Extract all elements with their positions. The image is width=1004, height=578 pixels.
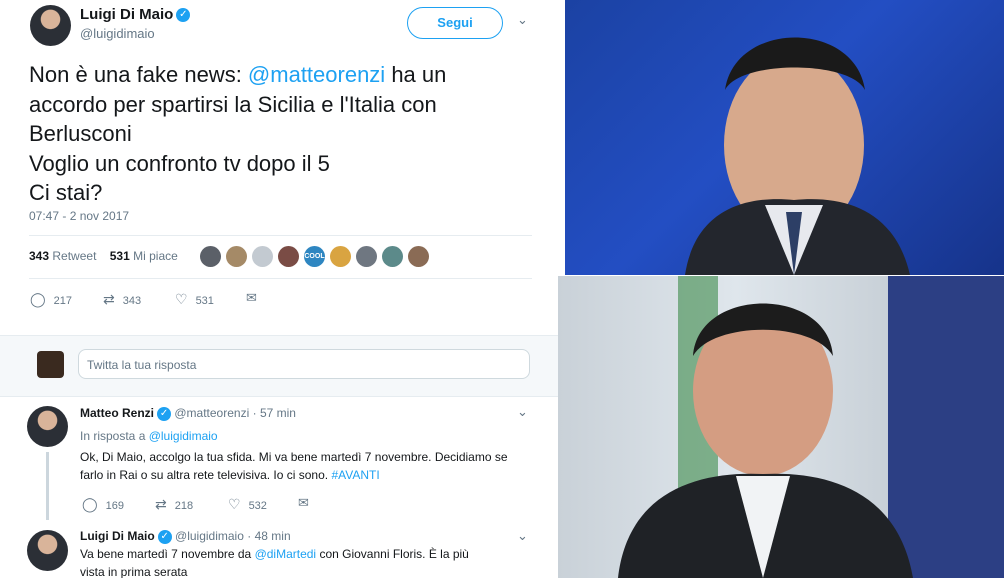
reply-author-name[interactable]: Luigi Di Maio — [80, 529, 155, 543]
tweet-panel: Luigi Di Maio ✓ @luigidimaio Segui ⌄ Non … — [0, 0, 558, 578]
engagement-stats: 343 Retweet 531 Mi piace — [29, 249, 178, 263]
mention-link[interactable]: @diMartedi — [255, 547, 317, 561]
portrait-illustration — [618, 276, 1004, 578]
retweet-label[interactable]: Retweet — [52, 249, 96, 263]
reply-text-segment: con Giovanni Floris. È la più — [316, 547, 469, 561]
reply-author-name[interactable]: Matteo Renzi — [80, 406, 154, 420]
reply-text-segment: farlo in Rai o su altra rete televisiva.… — [80, 468, 332, 482]
verified-badge-icon: ✓ — [157, 406, 172, 421]
reply-text-line-1: Ok, Di Maio, accolgo la tua sfida. Mi va… — [80, 450, 508, 464]
author-name[interactable]: Luigi Di Maio — [80, 6, 173, 23]
reply-author-handle[interactable]: @luigidimaio — [175, 529, 244, 543]
tweet-text-segment: Non è una fake news: — [29, 62, 248, 87]
tweet-text: Non è una fake news: @matteorenzi ha un … — [29, 60, 549, 208]
reply-header: Matteo Renzi ✓ @matteorenzi · 57 min — [80, 406, 296, 421]
envelope-icon: ✉ — [298, 495, 309, 510]
like-action[interactable]: ♡ 531 — [175, 291, 214, 308]
liker-avatar[interactable] — [226, 246, 247, 267]
like-count: 532 — [248, 500, 267, 512]
chevron-down-icon[interactable]: ⌄ — [517, 404, 528, 420]
author-handle[interactable]: @luigidimaio — [80, 26, 155, 41]
retweet-icon: ⇄ — [103, 291, 115, 307]
photo-matteo-renzi — [558, 276, 1004, 578]
portrait-illustration — [685, 37, 910, 275]
dot-separator: · — [247, 529, 252, 543]
chevron-down-icon[interactable]: ⌄ — [517, 528, 528, 544]
liker-avatar[interactable] — [382, 246, 403, 267]
chevron-down-icon[interactable]: ⌄ — [517, 12, 528, 28]
author-header[interactable]: Luigi Di Maio ✓ — [80, 6, 191, 24]
heart-icon: ♡ — [228, 496, 241, 512]
dot-separator: · — [252, 406, 257, 420]
tweet-timestamp[interactable]: 07:47 - 2 nov 2017 — [29, 209, 129, 223]
thread-connector — [46, 452, 49, 520]
retweet-count: 218 — [174, 500, 194, 512]
like-count[interactable]: 531 — [110, 249, 130, 263]
in-reply-handle[interactable]: @luigidimaio — [149, 429, 218, 443]
reply-header: Luigi Di Maio ✓ @luigidimaio · 48 min — [80, 529, 291, 544]
retweet-action-count: 343 — [122, 295, 142, 307]
retweet-action[interactable]: ⇄ 218 — [155, 496, 193, 513]
liker-avatar[interactable] — [330, 246, 351, 267]
like-action[interactable]: ♡ 532 — [228, 496, 267, 513]
reply-author-handle[interactable]: @matteorenzi — [174, 406, 249, 420]
heart-icon: ♡ — [175, 291, 188, 307]
tweet-line-5: Ci stai? — [29, 180, 103, 205]
liker-avatar[interactable] — [356, 246, 377, 267]
retweet-icon: ⇄ — [155, 496, 167, 512]
reply-count: 217 — [53, 295, 73, 307]
reply-time[interactable]: 57 min — [260, 406, 296, 420]
liker-avatar[interactable]: COOL — [304, 246, 325, 267]
reply-author-avatar[interactable] — [27, 406, 68, 447]
reply-text-line-2: vista in prima serata — [80, 565, 188, 578]
in-reply-prefix: In risposta a — [80, 429, 149, 443]
direct-message-action[interactable]: ✉ — [246, 290, 257, 306]
liker-avatar[interactable] — [252, 246, 273, 267]
follow-button[interactable]: Segui — [407, 7, 503, 39]
liker-avatar[interactable] — [408, 246, 429, 267]
tweet-text-segment: ha un — [385, 62, 447, 87]
reply-text-segment: Va bene martedì 7 novembre da — [80, 547, 255, 561]
verified-badge-icon: ✓ — [176, 7, 191, 22]
reply-input[interactable]: Twitta la tua risposta — [78, 349, 530, 379]
in-reply-to: In risposta a @luigidimaio — [80, 429, 218, 443]
tweet-line-4: Voglio un confronto tv dopo il 5 — [29, 150, 330, 176]
liker-avatar[interactable] — [200, 246, 221, 267]
liker-avatar[interactable] — [278, 246, 299, 267]
author-avatar[interactable] — [30, 5, 71, 46]
reply-count: 169 — [105, 500, 125, 512]
retweet-count[interactable]: 343 — [29, 249, 49, 263]
divider — [29, 235, 532, 236]
divider — [29, 278, 532, 279]
cool-badge-text: COOL — [304, 253, 325, 260]
retweet-action[interactable]: ⇄ 343 — [103, 291, 141, 308]
reply-author-avatar[interactable] — [27, 530, 68, 571]
reply-text-line-1: Va bene martedì 7 novembre da @diMartedi… — [80, 547, 469, 561]
reply-icon: ◯ — [30, 291, 46, 307]
photo-luigi-di-maio — [565, 0, 1004, 275]
verified-badge-icon: ✓ — [157, 529, 172, 544]
reply-text-line-2: farlo in Rai o su altra rete televisiva.… — [80, 468, 380, 482]
reply-action[interactable]: ◯ 169 — [82, 496, 124, 513]
reply-action[interactable]: ◯ 217 — [30, 291, 72, 308]
like-action-count: 531 — [195, 295, 214, 307]
user-avatar[interactable] — [37, 351, 64, 378]
direct-message-action[interactable]: ✉ — [298, 495, 309, 511]
mention-link[interactable]: @matteorenzi — [248, 62, 385, 87]
tweet-line-1: Non è una fake news: @matteorenzi ha un — [29, 60, 549, 90]
like-label[interactable]: Mi piace — [133, 249, 178, 263]
reply-icon: ◯ — [82, 496, 98, 512]
hashtag-link[interactable]: #AVANTI — [331, 468, 379, 482]
tweet-line-3: Berlusconi — [29, 121, 132, 146]
envelope-icon: ✉ — [246, 290, 257, 305]
tweet-line-2: accordo per spartirsi la Sicilia e l'Ita… — [29, 91, 437, 117]
reply-time[interactable]: 48 min — [255, 529, 291, 543]
